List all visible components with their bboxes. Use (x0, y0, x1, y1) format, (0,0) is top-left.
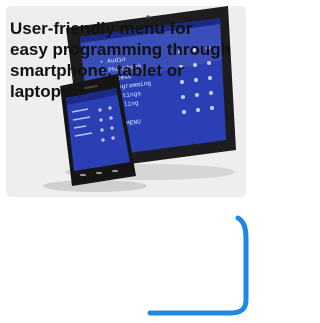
feature-card: • Audio • Phonebook • Access • Programmi… (0, 0, 252, 323)
corner-accent-bracket (147, 215, 249, 316)
